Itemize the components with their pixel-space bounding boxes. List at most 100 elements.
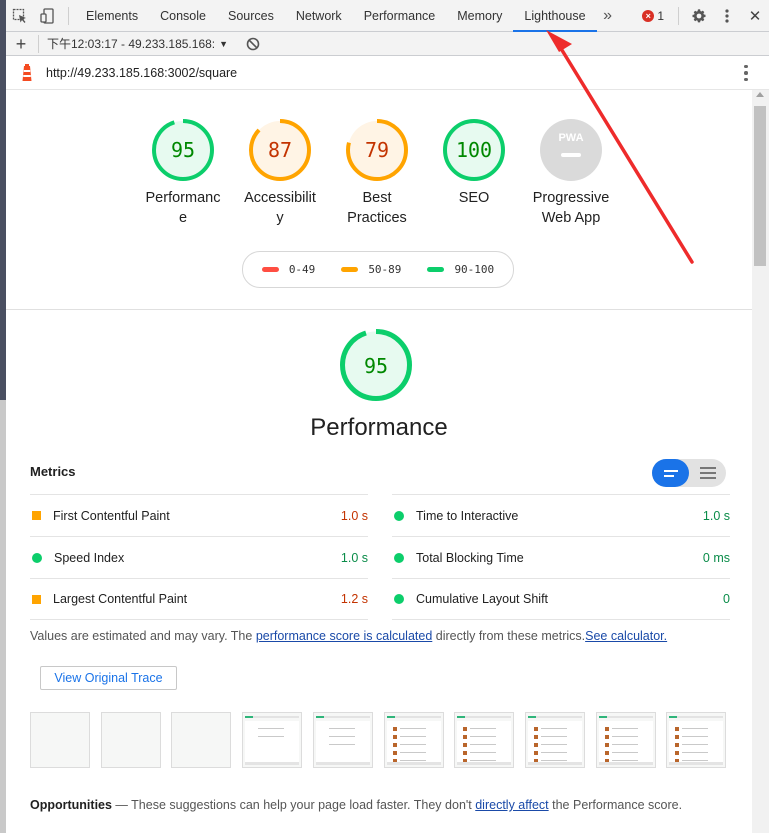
legend-label: 0-49 (288, 263, 316, 276)
metric-value: 1.2 s (340, 592, 368, 606)
metric-value: 1.0 s (340, 508, 368, 523)
metric-row: Speed Index 1.0 s (30, 536, 368, 578)
category-label-line: Practices (347, 210, 407, 226)
pwa-circle (540, 119, 602, 181)
device-toolbar-icon[interactable] (34, 0, 62, 32)
settings-gear-icon[interactable] (685, 0, 713, 32)
new-report-button[interactable]: + (6, 32, 36, 56)
report-url-bar: http://49.233.185.168:3002/square (6, 57, 769, 90)
clear-all-icon[interactable] (246, 37, 260, 51)
tab-lighthouse[interactable]: Lighthouse (513, 0, 597, 32)
scroll-up-arrow-icon[interactable] (756, 92, 764, 97)
filmstrip-frame (596, 712, 656, 768)
filmstrip (30, 712, 730, 768)
category-label-line: Accessibilit (244, 190, 316, 206)
metric-value: 1.0 s (702, 508, 730, 523)
metric-value: 0 (723, 592, 730, 606)
lighthouse-toolbar: + 下午12:03:17 - 49.233.185.168: ▼ (6, 32, 769, 56)
category-label-line: y (276, 210, 284, 226)
report-selector[interactable]: 下午12:03:17 - 49.233.185.168: ▼ (41, 35, 234, 52)
compact-view-icon[interactable] (652, 459, 689, 487)
close-devtools-icon[interactable]: ✕ (741, 0, 769, 32)
lighthouse-report: 95 Performanc e 87 Accessibilit y 79 Best Practi… (6, 90, 752, 833)
devtools-tabs: Elements Console Sources Network Performance… (75, 0, 597, 32)
legend-item: 50-89 (341, 263, 401, 276)
metrics-heading: Metrics (30, 464, 76, 479)
more-options-icon[interactable] (713, 0, 741, 32)
score-gauge: 100 (443, 119, 505, 181)
more-tabs-icon[interactable]: » (597, 0, 619, 32)
disclaimer-text-2: directly from these metrics. (432, 629, 586, 643)
filmstrip-frame (30, 712, 90, 768)
legend-swatch (261, 267, 279, 272)
directly-affect-link[interactable]: directly affect (475, 798, 548, 812)
category-label: SEO (424, 188, 524, 208)
opportunities-heading: Opportunities (30, 798, 112, 812)
inspect-element-icon[interactable] (6, 0, 34, 32)
category-label: Best Practices (327, 188, 427, 228)
category-gauge[interactable]: 100 SEO (424, 118, 524, 208)
filmstrip-frame (454, 712, 514, 768)
pwa-dash (561, 153, 581, 157)
gauge-score: 87 (268, 138, 292, 162)
score-gauge: 87 (249, 119, 311, 181)
lighthouse-logo-icon (12, 64, 42, 82)
report-scrollbar[interactable] (752, 90, 769, 833)
score-calculated-link[interactable]: performance score is calculated (256, 629, 432, 643)
metric-name: Total Blocking Time (416, 550, 524, 565)
gauge-score: 100 (456, 138, 492, 162)
gauge-score: 95 (171, 138, 195, 162)
pwa-badge-text: PWA (558, 132, 583, 144)
chevron-down-icon: ▼ (219, 38, 229, 49)
filmstrip-frame (101, 712, 161, 768)
metrics-view-toggle[interactable] (652, 459, 726, 487)
metric-name: Speed Index (54, 550, 125, 565)
report-url[interactable]: http://49.233.185.168:3002/square (46, 66, 237, 80)
performance-title: Performance (310, 414, 448, 441)
legend-label: 50-89 (368, 263, 402, 276)
category-label-line: Progressive (532, 190, 610, 206)
tab-sources[interactable]: Sources (217, 0, 285, 32)
category-label-line: SEO (458, 190, 490, 206)
pwa-gauge[interactable]: PWA Progressive Web App (521, 118, 621, 228)
see-calculator-link[interactable]: See calculator. (585, 629, 667, 643)
filmstrip-frame (384, 712, 444, 768)
tab-memory[interactable]: Memory (446, 0, 513, 32)
performance-score-gauge: 95 (339, 328, 413, 407)
score-legend: 0-49 50-89 90-100 (242, 251, 514, 288)
category-gauge[interactable]: 79 Best Practices (327, 118, 427, 228)
metric-row: Cumulative Layout Shift 0 (392, 578, 730, 620)
legend-swatch (341, 267, 359, 272)
pwa-badge-icon: PWA (540, 119, 602, 181)
gauge-score: 95 (364, 354, 388, 378)
view-original-trace-button[interactable]: View Original Trace (40, 666, 177, 690)
category-label-line: Best (362, 190, 392, 206)
toolbar-separator (38, 34, 39, 53)
category-gauges: 95 Performanc e 87 Accessibilit y 79 Best Practi… (6, 114, 752, 234)
tab-elements[interactable]: Elements (75, 0, 149, 32)
pass-circle-icon (32, 552, 42, 563)
expanded-view-icon[interactable] (689, 459, 726, 487)
tab-performance[interactable]: Performance (353, 0, 447, 32)
tab-console[interactable]: Console (149, 0, 217, 32)
metric-row: Largest Contentful Paint 1.2 s (30, 578, 368, 620)
metric-name: First Contentful Paint (53, 508, 170, 523)
tab-network[interactable]: Network (285, 0, 353, 32)
opportunities-header: Opportunities — These suggestions can he… (30, 798, 740, 812)
error-icon: × (642, 9, 655, 22)
report-tools-menu-icon[interactable] (743, 64, 749, 82)
gauge-score: 79 (365, 138, 389, 162)
legend-item: 0-49 (261, 263, 316, 276)
category-label-line: Performanc (145, 190, 221, 206)
metrics-column-right: Time to Interactive 1.0 s Total Blocking T… (392, 494, 730, 620)
error-counter[interactable]: × 1 (642, 9, 664, 23)
metrics-column-left: First Contentful Paint 1.0 s Speed Index 1.… (30, 494, 368, 620)
pass-circle-icon (394, 510, 404, 521)
category-gauge[interactable]: 87 Accessibilit y (230, 118, 330, 228)
metrics-disclaimer: Values are estimated and may vary. The p… (30, 629, 730, 643)
category-gauge[interactable]: 95 Performanc e (133, 118, 233, 228)
scrollbar-thumb[interactable] (754, 106, 766, 266)
metric-value: 0 ms (702, 550, 730, 565)
report-selector-label: 下午12:03:17 - 49.233.185.168: (47, 37, 216, 51)
category-label-line: e (178, 210, 188, 226)
